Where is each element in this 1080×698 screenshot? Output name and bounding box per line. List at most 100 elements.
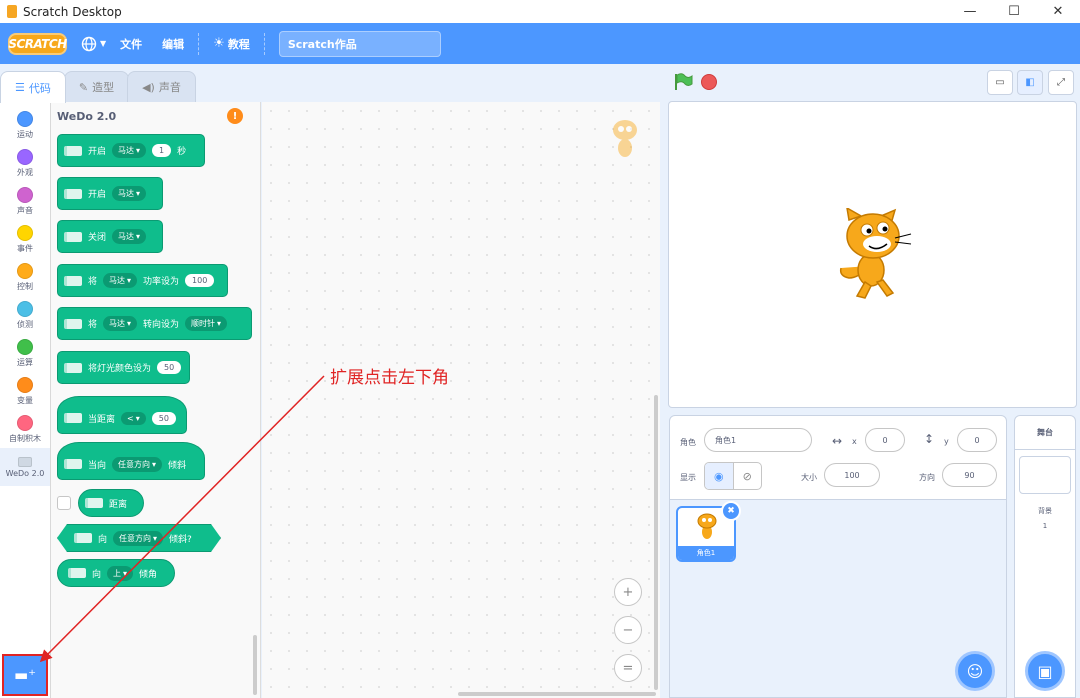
- delete-sprite-button[interactable]: ✖: [721, 501, 741, 521]
- edit-menu[interactable]: 编辑: [162, 36, 184, 52]
- block-text: 转向设为: [143, 320, 180, 330]
- zoom-reset-button[interactable]: =: [614, 654, 642, 682]
- palette-scrollbar[interactable]: [253, 635, 257, 695]
- motor-dropdown[interactable]: 马达 ▾: [112, 229, 147, 244]
- block-set-motor-direction[interactable]: 将 马达 ▾ 转向设为 顺时针 ▾: [57, 307, 252, 340]
- color-input[interactable]: 50: [157, 361, 182, 374]
- backdrop-thumbnail[interactable]: [1019, 456, 1071, 494]
- fullscreen-button[interactable]: ⤢: [1048, 70, 1074, 95]
- category-sound[interactable]: 声音: [0, 182, 50, 220]
- brush-icon: ✎: [78, 80, 89, 94]
- choose-backdrop-button[interactable]: ▣: [1025, 651, 1065, 691]
- category-events[interactable]: 事件: [0, 220, 50, 258]
- block-when-distance[interactable]: 当距离 < ▾ 50: [57, 396, 187, 434]
- x-input[interactable]: 0: [865, 428, 905, 452]
- comparison-dropdown[interactable]: < ▾: [121, 411, 146, 425]
- tab-costumes[interactable]: ✎ 造型: [63, 71, 130, 102]
- direction-dropdown[interactable]: 顺时针 ▾: [185, 316, 228, 331]
- tab-sounds[interactable]: ◀) 声音: [127, 71, 196, 102]
- category-my-blocks[interactable]: 自制积木: [0, 410, 50, 448]
- block-text: 向: [98, 534, 108, 545]
- palette-title: WeDo 2.0: [57, 110, 117, 123]
- workspace-vertical-scrollbar[interactable]: [654, 395, 658, 690]
- distance-monitor-checkbox[interactable]: [57, 496, 71, 510]
- block-text: 开启: [88, 147, 107, 157]
- stop-button[interactable]: [701, 74, 717, 90]
- block-when-tilted[interactable]: 当向 任意方向 ▾ 倾斜: [57, 442, 205, 480]
- globe-icon: [81, 36, 97, 51]
- block-turn-motor-on-for[interactable]: 开启 马达 ▾ 1 秒: [57, 134, 205, 167]
- block-text: 功率设为: [143, 277, 180, 287]
- stage-canvas[interactable]: [668, 101, 1077, 408]
- tab-code[interactable]: ☰ 代码: [0, 71, 66, 103]
- sprite-thumbnail-name: 角色1: [678, 546, 734, 560]
- scratch-logo[interactable]: SCRATCH: [8, 32, 67, 55]
- zoom-out-button[interactable]: −: [614, 616, 642, 644]
- category-motion[interactable]: 运动: [0, 106, 50, 144]
- green-flag-icon[interactable]: [673, 73, 693, 91]
- x-label: x: [852, 437, 857, 446]
- maximize-button[interactable]: ☐: [992, 0, 1036, 23]
- code-workspace[interactable]: [262, 102, 660, 698]
- hide-button[interactable]: ⊘: [734, 463, 762, 489]
- file-menu[interactable]: 文件: [120, 36, 142, 52]
- block-turn-motor-on[interactable]: 开启 马达 ▾: [57, 177, 163, 210]
- show-button[interactable]: ◉: [705, 463, 734, 489]
- motor-dropdown[interactable]: 马达 ▾: [103, 273, 138, 288]
- wedo-icon: [68, 568, 86, 578]
- zoom-reset-icon: =: [622, 660, 634, 676]
- power-input[interactable]: 100: [185, 274, 215, 287]
- tilt-direction-dropdown[interactable]: 任意方向 ▾: [113, 531, 163, 546]
- minimize-button[interactable]: —: [948, 0, 992, 23]
- dropdown-label: 马达: [109, 319, 126, 328]
- category-sensing[interactable]: 侦测: [0, 296, 50, 334]
- category-wedo[interactable]: WeDo 2.0: [0, 448, 50, 486]
- category-label: 控制: [17, 281, 33, 291]
- tilt-direction-dropdown[interactable]: 任意方向 ▾: [112, 456, 163, 472]
- tilt-direction-dropdown[interactable]: 上 ▾: [107, 565, 134, 581]
- category-control[interactable]: 控制: [0, 258, 50, 296]
- zoom-in-button[interactable]: +: [614, 578, 642, 606]
- tutorials-menu[interactable]: ☀ 教程: [213, 36, 250, 52]
- eye-icon: ◉: [713, 469, 724, 483]
- motor-dropdown[interactable]: 马达 ▾: [103, 316, 138, 331]
- project-title-input[interactable]: Scratch作品: [278, 30, 441, 57]
- category-operators[interactable]: 运算: [0, 334, 50, 372]
- block-tilt-angle[interactable]: 向 上 ▾ 倾角: [57, 559, 175, 587]
- seconds-input[interactable]: 1: [152, 144, 172, 157]
- small-stage-button[interactable]: ▭: [987, 70, 1013, 95]
- block-set-motor-power[interactable]: 将 马达 ▾ 功率设为 100: [57, 264, 228, 297]
- distance-input[interactable]: 50: [151, 411, 176, 425]
- backdrop-add-icon: ▣: [1037, 661, 1053, 681]
- language-menu[interactable]: ▼: [81, 36, 106, 52]
- cat-thumbnail-icon: [697, 513, 717, 539]
- motor-dropdown[interactable]: 马达 ▾: [112, 186, 147, 201]
- close-button[interactable]: ✕: [1036, 0, 1080, 23]
- title-bar: Scratch Desktop — ☐ ✕: [0, 0, 1080, 23]
- category-label: WeDo 2.0: [5, 468, 45, 478]
- block-turn-motor-off[interactable]: 关闭 马达 ▾: [57, 220, 163, 253]
- normal-stage-button[interactable]: ◧: [1017, 70, 1043, 95]
- sprite-cat[interactable]: [829, 208, 915, 300]
- y-input[interactable]: 0: [957, 428, 997, 452]
- block-distance-reporter[interactable]: 距离: [78, 489, 144, 517]
- wedo-icon: [64, 231, 82, 242]
- add-extension-button[interactable]: ▬⁺: [2, 654, 48, 696]
- category-variables[interactable]: 变量: [0, 372, 50, 410]
- category-looks[interactable]: 外观: [0, 144, 50, 182]
- editor-tabs: ☰ 代码 ✎ 造型 ◀) 声音: [0, 71, 196, 103]
- block-palette: WeDo 2.0 ! 开启 马达 ▾ 1 秒 开启 马达 ▾ 关闭 马达 ▾ 将 马达…: [51, 102, 261, 698]
- wedo-icon: [64, 459, 82, 469]
- block-is-tilted[interactable]: 向 任意方向 ▾ 倾斜?: [57, 524, 221, 552]
- block-text: 当向: [88, 460, 107, 471]
- warning-icon[interactable]: !: [227, 108, 243, 124]
- block-set-light-color[interactable]: 将灯光颜色设为 50: [57, 351, 190, 384]
- workspace-horizontal-scrollbar[interactable]: [458, 692, 656, 696]
- motor-dropdown[interactable]: 马达 ▾: [112, 143, 147, 158]
- trash-icon: ✖: [727, 506, 735, 516]
- backdrops-label: 背景: [1038, 507, 1052, 515]
- choose-sprite-button[interactable]: ☺: [955, 651, 995, 691]
- sprite-name-input[interactable]: 角色1: [704, 428, 812, 452]
- direction-input[interactable]: 90: [942, 463, 997, 487]
- size-input[interactable]: 100: [824, 463, 880, 487]
